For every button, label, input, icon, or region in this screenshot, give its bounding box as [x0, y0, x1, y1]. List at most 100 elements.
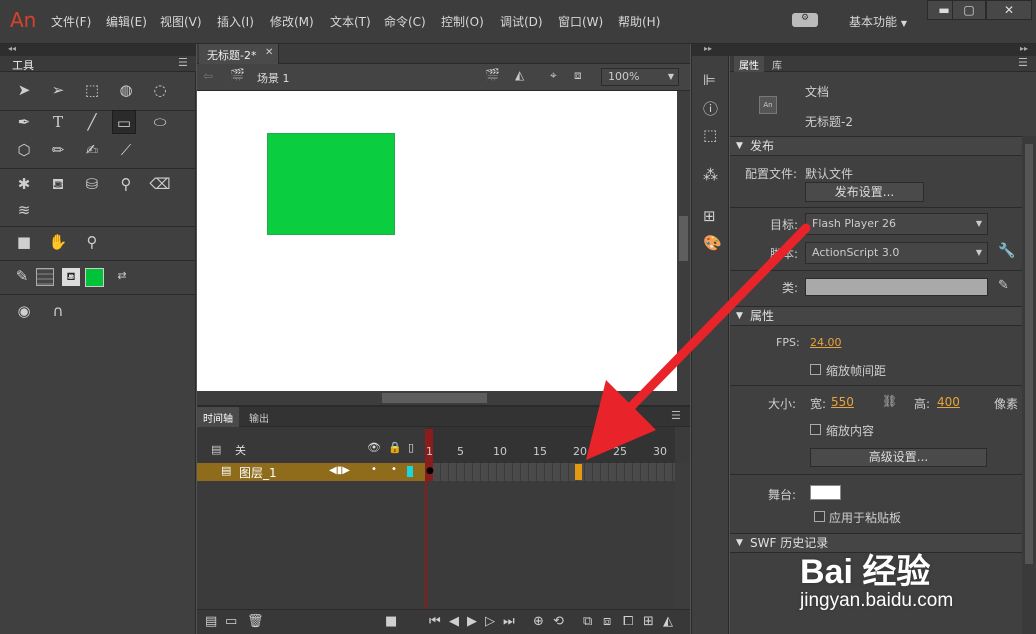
line-tool-icon[interactable]: ╱ — [80, 110, 104, 134]
paint-bucket-tool-icon[interactable]: ⛾ — [46, 172, 70, 196]
publish-settings-button[interactable]: 发布设置... — [805, 182, 924, 202]
timeline-scrollbar[interactable] — [675, 463, 690, 611]
link-icon[interactable]: ⛓ — [882, 394, 897, 408]
menu-view[interactable]: 视图(V) — [160, 13, 202, 30]
document-tab[interactable]: 无标题-2* ✕ — [199, 44, 279, 64]
play-icon[interactable]: ▶ — [467, 614, 477, 629]
expand-icon[interactable]: ▸▸ — [692, 44, 730, 56]
tab-output[interactable]: 输出 — [249, 410, 269, 425]
width-value[interactable]: 550 — [831, 395, 854, 409]
layer-row[interactable]: ▤ 图层_1 ◀▮▶ • • — [197, 463, 425, 481]
edit-symbols-icon[interactable]: ◭ — [515, 68, 524, 82]
hand-tool-icon[interactable]: ✋ — [46, 230, 70, 254]
menu-edit[interactable]: 编辑(E) — [106, 13, 147, 30]
target-dropdown[interactable]: Flash Player 26 ▼ — [805, 213, 988, 235]
center-stage-icon[interactable]: ⌖ — [550, 68, 557, 83]
oval-tool-icon[interactable]: ⬭ — [148, 110, 172, 134]
panel-menu-icon[interactable]: ☰ — [178, 56, 188, 69]
onion-outline-icon[interactable]: ⧈ — [603, 614, 611, 629]
next-frame-icon[interactable]: ▷ — [485, 614, 495, 629]
menu-control[interactable]: 控制(O) — [441, 13, 484, 30]
advanced-settings-button[interactable]: 高级设置... — [810, 448, 987, 467]
green-rectangle[interactable] — [267, 133, 395, 235]
zoom-timeline-icon[interactable]: ◭ — [663, 614, 673, 629]
fill-bucket-icon[interactable]: ⛾ — [62, 268, 80, 286]
components-panel-icon[interactable]: ⁂ — [703, 166, 718, 184]
snap-to-objects-icon[interactable]: ◉ — [12, 299, 36, 323]
sync-settings-icon[interactable]: ⚙ — [792, 13, 818, 27]
edit-multiple-icon[interactable]: ⧠ — [623, 614, 633, 629]
new-layer-icon[interactable]: ▤ — [205, 614, 217, 629]
stroke-color-swatch[interactable] — [36, 268, 54, 286]
wrench-icon[interactable]: 🔧 — [998, 243, 1015, 259]
bone-tool-icon[interactable]: ✱ — [12, 172, 36, 196]
maximize-button[interactable]: ▢ — [952, 0, 986, 20]
collapse-icon[interactable]: ◂◂ — [0, 44, 196, 56]
new-folder-icon[interactable]: ▭ — [225, 614, 237, 629]
free-transform-tool-icon[interactable]: ⬚ — [80, 78, 104, 102]
menu-insert[interactable]: 插入(I) — [217, 13, 254, 30]
ink-bottle-tool-icon[interactable]: ⛁ — [80, 172, 104, 196]
menu-modify[interactable]: 修改(M) — [270, 13, 314, 30]
modify-markers-icon[interactable]: ⊞ — [643, 614, 654, 629]
close-button[interactable]: ✕ — [986, 0, 1032, 20]
menu-command[interactable]: 命令(C) — [384, 13, 426, 30]
width-tool-icon[interactable]: ≋ — [12, 198, 36, 222]
zoom-dropdown[interactable]: 100% ▼ — [601, 68, 679, 86]
menu-window[interactable]: 窗口(W) — [558, 13, 603, 30]
lock-dot-icon[interactable]: • — [391, 464, 397, 475]
panel-menu-icon[interactable]: ☰ — [1018, 56, 1028, 69]
layer-nav-icon[interactable]: ◀▮▶ — [329, 465, 350, 476]
transform-panel-icon[interactable]: ⬚ — [703, 126, 717, 144]
lasso-tool-icon[interactable]: ◌ — [148, 78, 172, 102]
stroke-color-pencil-icon[interactable]: ✎ — [10, 264, 34, 288]
visible-dot-icon[interactable]: • — [371, 464, 377, 475]
close-tab-icon[interactable]: ✕ — [265, 47, 273, 58]
subselection-tool-icon[interactable]: ➢ — [46, 78, 70, 102]
workspace-switcher[interactable]: 基本功能 ▼ — [849, 13, 907, 30]
last-frame-icon[interactable]: ⏭ — [503, 614, 515, 629]
clip-icon[interactable]: ⧈ — [574, 68, 582, 83]
edit-class-pencil-icon[interactable]: ✎ — [998, 278, 1009, 293]
first-frame-icon[interactable]: ⏮ — [429, 614, 441, 629]
properties-scrollbar[interactable] — [1022, 136, 1036, 634]
swap-colors-icon[interactable]: ⇄ — [110, 264, 134, 288]
delete-layer-icon[interactable]: 🗑 — [247, 614, 264, 629]
magnet-icon[interactable]: ∩ — [46, 299, 70, 323]
collapse-icon[interactable]: ▸▸ — [730, 44, 1036, 56]
camera-tool-icon[interactable]: ■ — [12, 230, 36, 254]
outline-icon[interactable]: ▯ — [408, 441, 414, 454]
tab-timeline[interactable]: 时间轴 — [197, 407, 239, 427]
zoom-tool-icon[interactable]: ⚲ — [80, 230, 104, 254]
camera-icon[interactable]: ■ — [385, 614, 397, 629]
3d-rotation-tool-icon[interactable]: ◍ — [114, 78, 138, 102]
pencil-tool-icon[interactable]: ✏ — [46, 138, 70, 162]
class-input[interactable] — [805, 278, 988, 296]
loop-icon[interactable]: ⟲ — [553, 614, 564, 629]
menu-text[interactable]: 文本(T) — [330, 13, 371, 30]
paint-brush-tool-icon[interactable]: ✍ — [80, 138, 104, 162]
fill-color-swatch[interactable] — [85, 268, 104, 287]
height-value[interactable]: 400 — [937, 395, 960, 409]
tab-properties[interactable]: 属性 — [734, 56, 764, 72]
publish-section-header[interactable]: ▼ 发布 — [730, 136, 1022, 156]
prev-frame-icon[interactable]: ◀ — [449, 614, 459, 629]
edit-scene-icon[interactable]: 🎬 — [485, 68, 500, 82]
center-frame-icon[interactable]: ⊕ — [533, 614, 544, 629]
rectangle-tool-icon[interactable]: ▭ — [112, 110, 136, 134]
lock-icon[interactable]: 🔒 — [388, 441, 402, 454]
tab-library[interactable]: 库 — [772, 57, 782, 72]
script-dropdown[interactable]: ActionScript 3.0 ▼ — [805, 242, 988, 264]
menu-debug[interactable]: 调试(D) — [500, 13, 543, 30]
polystar-tool-icon[interactable]: ⬡ — [12, 138, 36, 162]
info-panel-icon[interactable]: ⓘ — [703, 98, 718, 119]
brush-tool-icon[interactable]: ⟋ — [114, 138, 138, 162]
eraser-tool-icon[interactable]: ⌫ — [148, 172, 172, 196]
pen-tool-icon[interactable]: ✒ — [12, 110, 36, 134]
selection-tool-icon[interactable]: ➤ — [12, 78, 36, 102]
menu-help[interactable]: 帮助(H) — [618, 13, 660, 30]
eye-icon[interactable]: 👁 — [367, 441, 381, 454]
align-panel-icon[interactable]: ⊫ — [703, 71, 716, 89]
eyedropper-tool-icon[interactable]: ⚲ — [114, 172, 138, 196]
layer-color-swatch[interactable] — [407, 466, 413, 477]
